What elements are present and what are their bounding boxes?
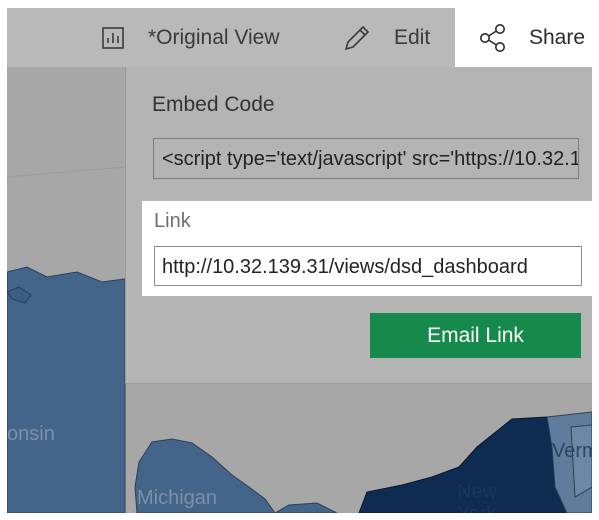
share-button[interactable]: Share <box>455 8 592 67</box>
map-label-new-york: New York <box>457 481 498 513</box>
link-field[interactable]: http://10.32.139.31/views/dsd_dashboard <box>154 246 582 286</box>
pencil-icon <box>342 23 372 53</box>
map-label-vermont: Vermo <box>552 440 592 462</box>
edit-label: Edit <box>394 25 431 49</box>
share-popover: Embed Code <script type='text/javascript… <box>125 67 592 384</box>
edit-button[interactable]: Edit <box>342 8 430 67</box>
map-label-wisconsin: onsin <box>7 423 55 445</box>
original-view-label: *Original View <box>148 25 280 49</box>
link-panel: Link http://10.32.139.31/views/dsd_dashb… <box>142 201 592 296</box>
email-link-button[interactable]: Email Link <box>370 313 581 358</box>
embed-code-field[interactable]: <script type='text/javascript' src='http… <box>153 138 579 179</box>
share-icon <box>478 23 508 53</box>
link-title: Link <box>154 210 191 232</box>
embed-code-title: Embed Code <box>152 93 275 116</box>
share-label: Share <box>529 25 586 49</box>
toolbar: *Original View Edit Share <box>7 8 592 67</box>
map-label-michigan: Michigan <box>137 487 218 509</box>
app-frame: onsin Michigan New York Vermo *Original … <box>7 8 592 513</box>
bar-chart-icon <box>102 26 124 49</box>
map-region-upper-midwest <box>7 266 126 513</box>
original-view-button[interactable]: *Original View <box>102 8 280 67</box>
